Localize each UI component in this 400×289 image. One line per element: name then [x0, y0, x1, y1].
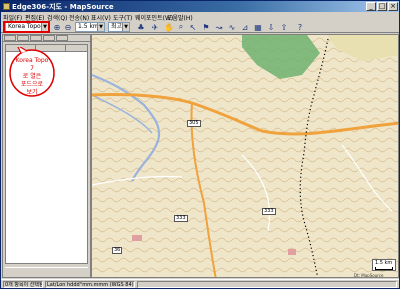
zoom-level-select[interactable]: 1.5 km ▼ [75, 22, 105, 32]
detail-value: 최고 [111, 23, 123, 30]
find-nearest-icon[interactable]: ✈ [150, 22, 160, 32]
map-tool-icon[interactable]: ▦ [253, 22, 263, 32]
help-icon[interactable]: ? [295, 22, 305, 32]
chevron-down-icon: ▼ [122, 23, 129, 31]
tab-routes[interactable] [30, 35, 42, 41]
zoom-in-icon[interactable]: ⊕ [52, 22, 62, 32]
waypoint-tool-icon[interactable]: ⚑ [201, 22, 211, 32]
chevron-down-icon: ▼ [97, 23, 104, 31]
route-tool-icon[interactable]: ↝ [214, 22, 224, 32]
close-button[interactable]: × [388, 2, 398, 11]
callout-line: 보기 [26, 89, 38, 96]
map-product-highlight [3, 21, 50, 33]
topo-map [92, 35, 398, 277]
toolbar: Korea Topo 7 ▼ ⊕ ⊖ 1.5 km ▼ 최고 ▼ ♣ ✈ ✋ ⌕… [1, 21, 399, 33]
map-view[interactable]: 305 333 333 36 1.5 km Dt: MapSource [91, 34, 399, 278]
track-tool-icon[interactable]: ∿ [227, 22, 237, 32]
mapsource-window: Edge306-지도 - MapSource _ □ × 파일(F) 편집(E)… [0, 0, 400, 289]
title-bar: Edge306-지도 - MapSource _ □ × [1, 1, 399, 12]
road-number-label: 36 [112, 247, 123, 254]
minimize-button[interactable]: _ [366, 2, 376, 11]
callout-line: Korea Topo 7 [15, 57, 49, 72]
distance-tool-icon[interactable]: ⊿ [240, 22, 250, 32]
send-to-device-icon[interactable]: ⇧ [279, 22, 289, 32]
status-bar: 0개 항목이 선택됨 Lat/Lon hddd°mm.mmm (WGS 84) [1, 279, 399, 288]
window-title: Edge306-지도 - MapSource [12, 3, 114, 11]
town-area [132, 235, 142, 241]
coordinate-format: Lat/Lon hddd°mm.mmm (WGS 84) [45, 281, 135, 288]
callout-line: 로 열은 [22, 73, 42, 80]
receive-from-device-icon[interactable]: ⇩ [266, 22, 276, 32]
detail-select[interactable]: 최고 ▼ [108, 22, 130, 32]
maximize-button[interactable]: □ [377, 2, 387, 11]
selection-status: 0개 항목이 선택됨 [3, 281, 43, 288]
selection-tool-icon[interactable]: ↖ [188, 22, 198, 32]
tab-custom[interactable] [56, 35, 68, 41]
town-area [288, 249, 296, 255]
annotation-callout: Korea Topo 7 로 열은 포드으로 보기 [7, 47, 57, 109]
zoom-level-value: 1.5 km [78, 23, 99, 30]
status-field [137, 281, 397, 288]
tab-maps[interactable] [4, 35, 16, 41]
menu-bar: 파일(F) 편집(E) 검색(Q) 전송(N) 표시(V) 도구(T) 웨이포인… [1, 12, 399, 22]
callout-line: 포드으로 [20, 81, 44, 88]
app-icon [3, 3, 10, 10]
scale-ruler [375, 267, 393, 270]
tab-waypoints[interactable] [17, 35, 29, 41]
find-places-icon[interactable]: ♣ [136, 22, 146, 32]
callout-text: Korea Topo 7 로 열은 포드으로 보기 [13, 57, 51, 97]
contour-lines [92, 35, 398, 277]
hand-tool-icon[interactable]: ✋ [164, 22, 174, 32]
zoom-out-icon[interactable]: ⊖ [63, 22, 73, 32]
road-number-label: 333 [262, 208, 276, 215]
road-number-label: 333 [174, 215, 188, 222]
scale-text: 1.5 km [375, 260, 393, 266]
panel-footer [5, 267, 88, 276]
panel-tabs [3, 35, 90, 42]
tab-tracks[interactable] [43, 35, 55, 41]
copyright-text: Dt: MapSource [354, 273, 384, 278]
scale-bar: 1.5 km [372, 259, 396, 271]
zoom-tool-icon[interactable]: ⌕ [176, 22, 186, 32]
road-number-label: 305 [187, 120, 201, 127]
